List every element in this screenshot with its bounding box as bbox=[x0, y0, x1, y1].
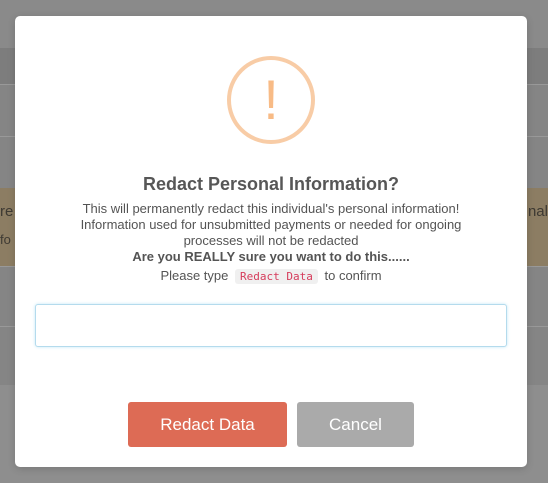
dialog-message-line: This will permanently redact this indivi… bbox=[82, 201, 460, 216]
confirm-suffix: to confirm bbox=[324, 268, 382, 283]
cancel-button[interactable]: Cancel bbox=[297, 402, 414, 447]
background-warning-text: re bbox=[0, 203, 14, 220]
background-warning-text: fo bbox=[0, 232, 11, 247]
exclamation-glyph: ! bbox=[263, 68, 279, 131]
exclamation-warning-icon: ! bbox=[227, 56, 315, 144]
dialog-message: This will permanently redact this indivi… bbox=[55, 201, 487, 265]
redact-data-button[interactable]: Redact Data bbox=[128, 402, 287, 447]
confirm-text-input[interactable] bbox=[35, 304, 507, 347]
redact-confirm-dialog: ! Redact Personal Information? This will… bbox=[15, 16, 527, 467]
confirm-instruction: Please type Redact Data to confirm bbox=[15, 268, 527, 284]
background-warning-text: nal bbox=[527, 203, 548, 220]
dialog-emphasis-line: Are you REALLY sure you want to do this.… bbox=[132, 249, 410, 264]
dialog-title: Redact Personal Information? bbox=[142, 174, 400, 194]
confirm-prefix: Please type bbox=[160, 268, 229, 283]
dialog-message-line: Information used for unsubmitted payment… bbox=[80, 217, 462, 248]
confirm-code: Redact Data bbox=[235, 269, 318, 284]
